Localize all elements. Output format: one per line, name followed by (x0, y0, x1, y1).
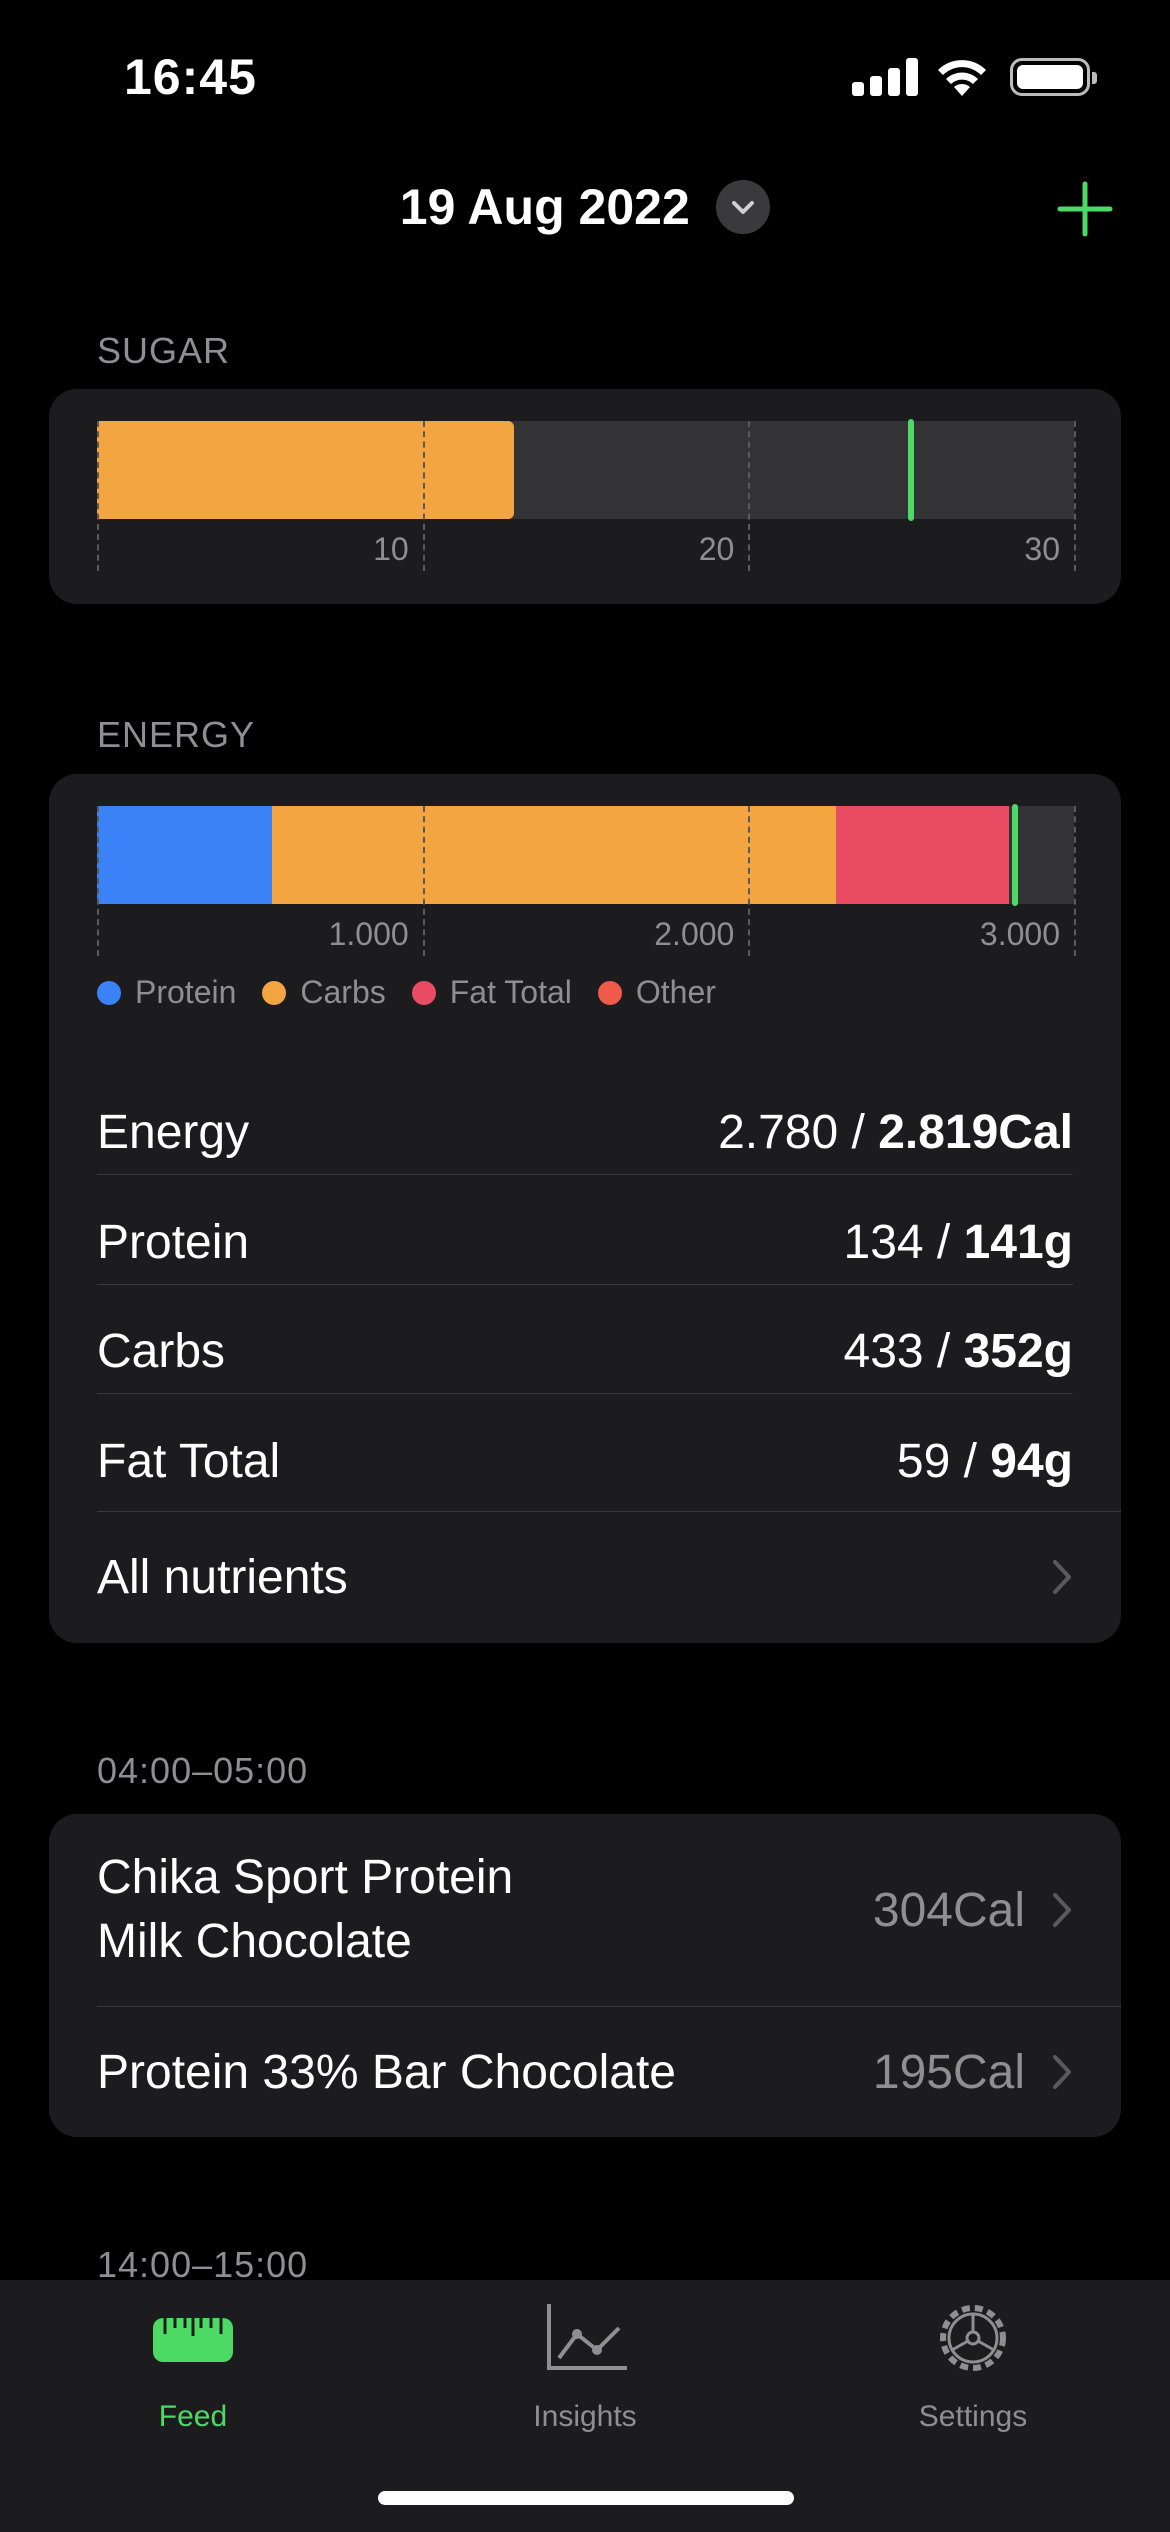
legend-dot (411, 980, 436, 1005)
row-label: Protein (97, 1215, 250, 1269)
status-bar: 16:45 (0, 0, 1170, 150)
axis-tick-label: 10 (373, 531, 409, 567)
legend-dot (97, 980, 121, 1005)
legend-label: Protein (135, 974, 237, 1010)
chevron-right-icon (1053, 1560, 1071, 1594)
axis-tick-label: 20 (698, 531, 735, 567)
meal-name: Chika Sport Protein Milk Chocolate (97, 1846, 513, 1974)
gridline (422, 806, 425, 956)
energy-bar-track (97, 806, 1074, 904)
row-label: Carbs (97, 1324, 226, 1378)
all-nutrients-label: All nutrients (97, 1550, 348, 1604)
chevron-down-icon[interactable] (716, 180, 771, 234)
wifi-icon (938, 60, 986, 96)
row-target: 2.819Cal (878, 1105, 1073, 1159)
row-label: Fat Total (97, 1434, 281, 1488)
row-current: 433 / (843, 1324, 964, 1378)
line-chart-icon (547, 2304, 627, 2370)
chevron-right-icon (1053, 2055, 1071, 2089)
gridline (1074, 421, 1076, 571)
energy-legend: Protein Carbs Fat Total Other (97, 974, 716, 1011)
energy-section-label: ENERGY (97, 714, 256, 755)
meals-card: Chika Sport Protein Milk Chocolate 304Ca… (49, 1814, 1121, 2137)
gridline (748, 806, 751, 956)
gridline (422, 421, 425, 571)
tab-label: Feed (158, 2400, 228, 2433)
gear-icon (940, 2305, 1006, 2371)
divider (97, 1174, 1073, 1175)
meal-name-line2: Milk Chocolate (97, 1915, 412, 1968)
divider (97, 1284, 1073, 1285)
sugar-bar-track (97, 421, 1074, 519)
date-picker[interactable]: 19 Aug 2022 (0, 178, 1170, 236)
row-target: 141g (963, 1215, 1073, 1269)
row-current: 59 / (896, 1434, 991, 1488)
divider (97, 1393, 1073, 1394)
bar-segment-protein (97, 806, 272, 904)
gridline (97, 806, 99, 956)
bar-segment-fat-total (835, 806, 1009, 904)
row-current: 2.780 / (718, 1105, 879, 1159)
row-target: 94g (990, 1434, 1073, 1488)
tab-label: Settings (918, 2400, 1028, 2433)
axis-tick-label: 30 (1024, 531, 1060, 567)
header-date: 19 Aug 2022 (399, 179, 690, 235)
battery-icon (1010, 58, 1097, 96)
protein-row: Protein 134 / 141g (97, 1192, 1073, 1292)
tab-settings[interactable]: Settings (823, 2298, 1123, 2434)
legend-item: Carbs (262, 974, 386, 1011)
tab-insights[interactable]: Insights (435, 2298, 735, 2434)
gridline (1074, 806, 1076, 956)
legend-dot (262, 980, 287, 1005)
home-indicator[interactable] (378, 2491, 794, 2505)
meal-name-line1: Chika Sport Protein (97, 1851, 514, 1904)
legend-dot (597, 980, 622, 1005)
gridline (748, 421, 751, 571)
tab-label: Insights (533, 2400, 637, 2433)
meal-calories: 195Cal (872, 2045, 1025, 2099)
row-current: 134 / (843, 1215, 964, 1269)
goal-marker (908, 419, 915, 521)
legend-label: Carbs (300, 974, 386, 1010)
add-button[interactable] (1056, 180, 1114, 238)
legend-label: Other (635, 974, 716, 1010)
bar-segment-sugar (97, 421, 514, 519)
meal-item[interactable]: Chika Sport Protein Milk Chocolate 304Ca… (97, 1814, 1073, 2006)
goal-marker (1012, 804, 1019, 906)
tab-feed[interactable]: Feed (43, 2298, 343, 2434)
fat-total-row: Fat Total 59 / 94g (97, 1411, 1073, 1511)
gridline (97, 421, 99, 571)
energy-card: Protein Carbs Fat Total Other Energy 2.780 … (49, 774, 1121, 1643)
meal-item[interactable]: Protein 33% Bar Chocolate 195Cal (97, 2007, 1073, 2137)
axis-tick-label: 2.000 (654, 916, 735, 952)
meal-calories: 304Cal (872, 1883, 1025, 1937)
sugar-section-label: SUGAR (97, 330, 231, 371)
status-time: 16:45 (124, 49, 257, 105)
meal-name: Protein 33% Bar Chocolate (97, 2045, 676, 2099)
bar-segment-carbs (271, 806, 836, 904)
sugar-card: 10 20 30 (49, 389, 1121, 604)
legend-item: Other (597, 974, 716, 1011)
energy-row: Energy 2.780 / 2.819Cal (97, 1082, 1073, 1182)
row-label: Energy (97, 1105, 250, 1159)
axis-tick-label: 1.000 (328, 916, 409, 952)
carbs-row: Carbs 433 / 352g (97, 1301, 1073, 1401)
ruler-icon (153, 2318, 233, 2362)
cellular-signal-icon (852, 58, 918, 96)
axis-tick-label: 3.000 (979, 916, 1060, 952)
all-nutrients-row[interactable]: All nutrients (97, 1512, 1073, 1642)
row-target: 352g (963, 1324, 1073, 1378)
legend-item: Fat Total (411, 974, 572, 1011)
chevron-right-icon (1053, 1893, 1071, 1927)
legend-item: Protein (97, 974, 236, 1011)
meal-time-label: 04:00–05:00 (97, 1750, 309, 1791)
legend-label: Fat Total (449, 974, 572, 1010)
